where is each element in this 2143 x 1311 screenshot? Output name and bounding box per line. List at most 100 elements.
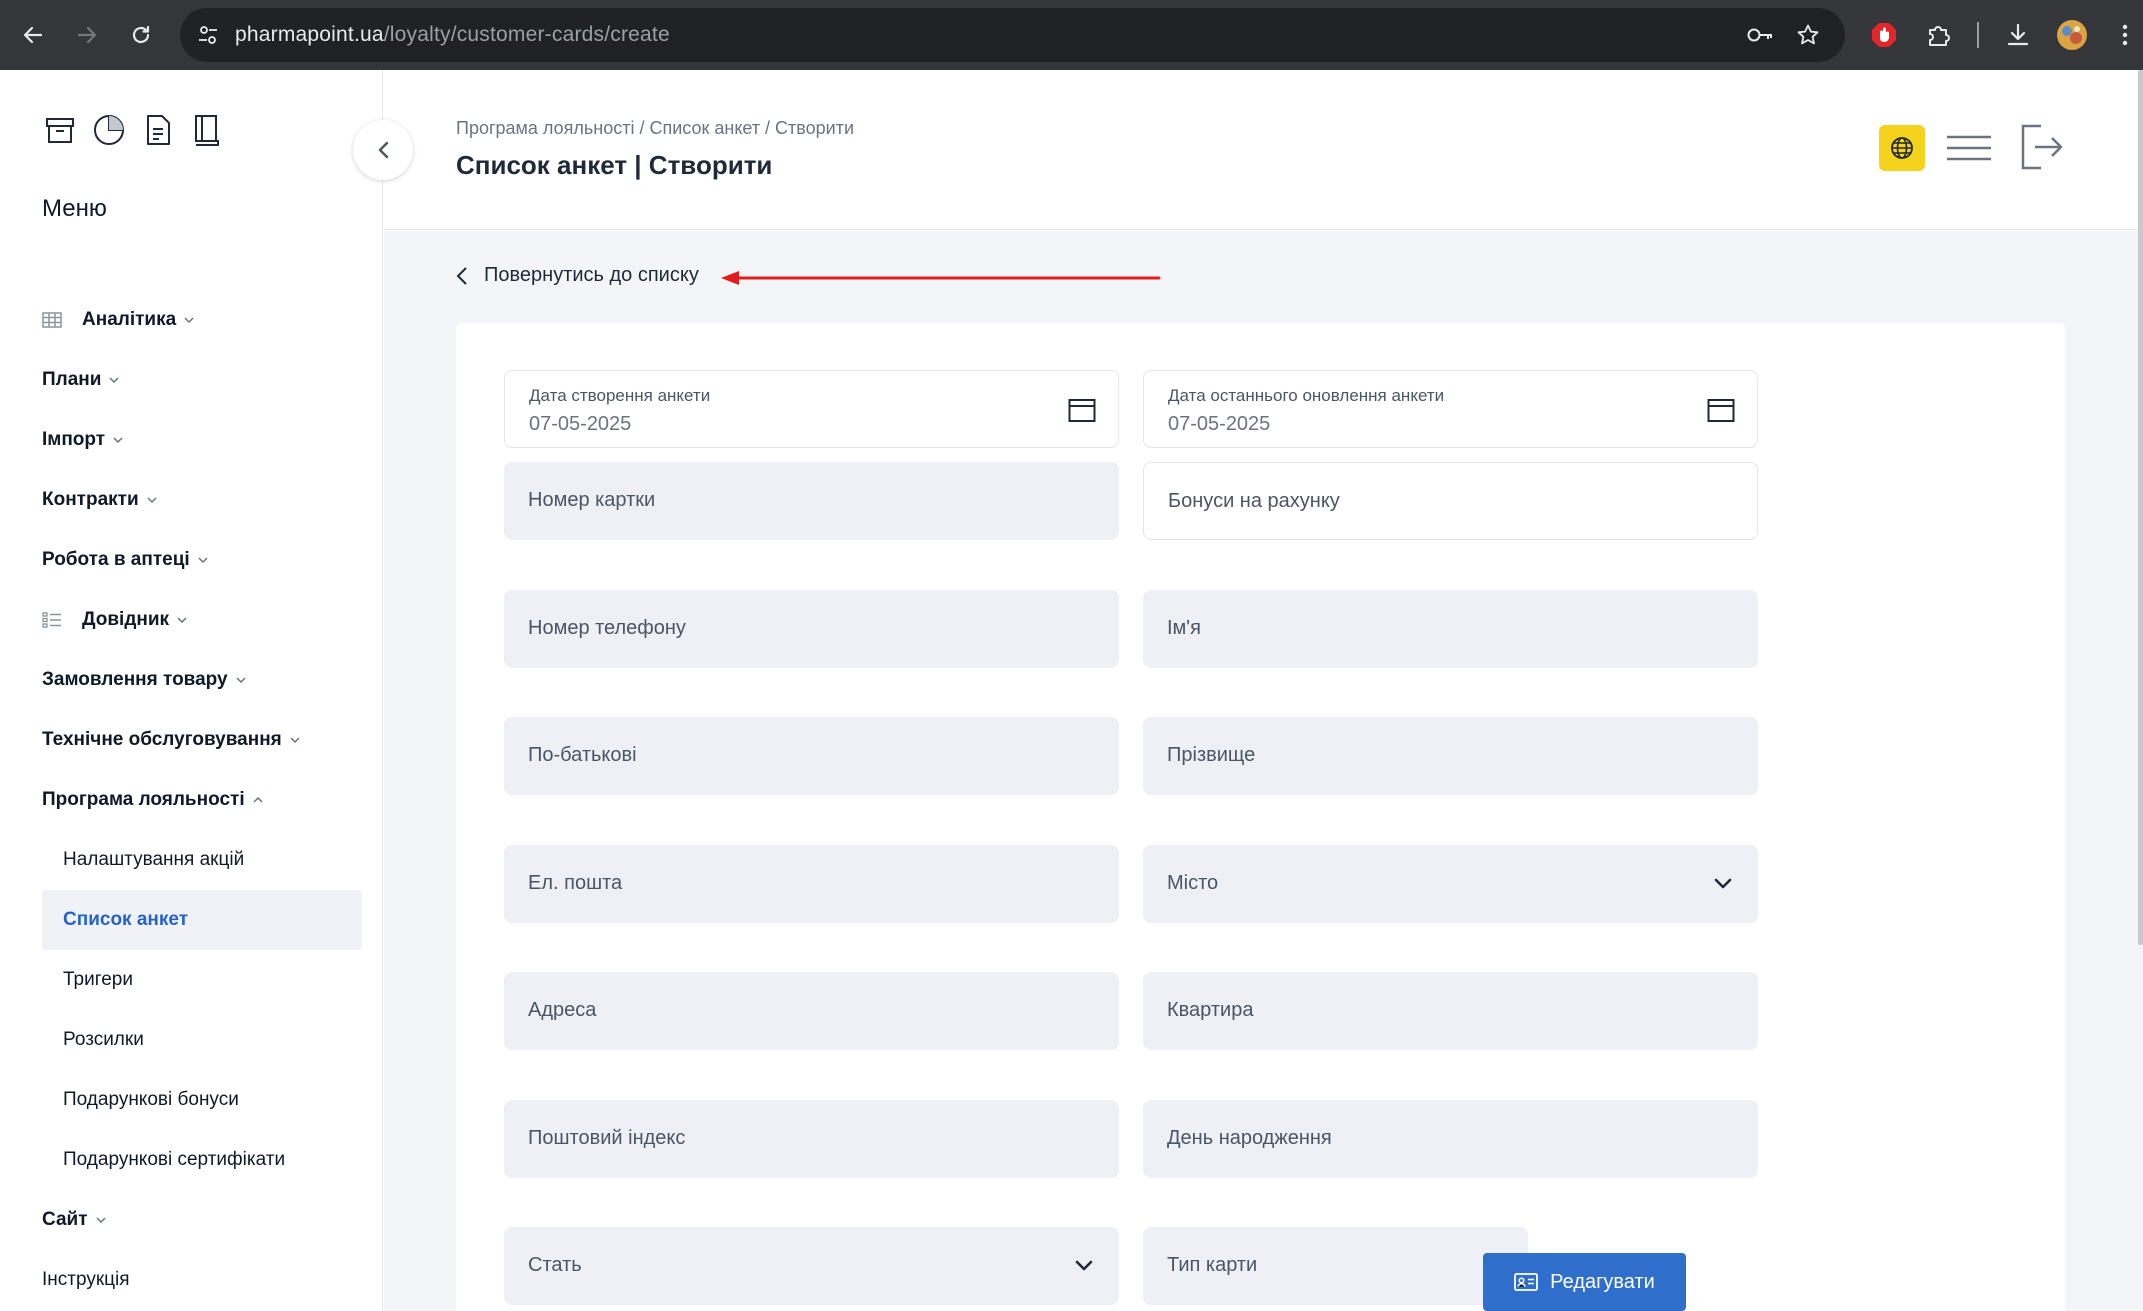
sidebar-item-orders[interactable]: Замовлення товару <box>42 650 362 710</box>
reload-icon[interactable] <box>121 15 161 55</box>
calendar-icon[interactable] <box>1068 397 1096 423</box>
sidebar-subitem-gift-bonuses[interactable]: Подарункові бонуси <box>42 1070 362 1130</box>
sidebar-subitem-promo-settings[interactable]: Налаштування акцій <box>42 830 362 890</box>
back-to-list-link[interactable]: Повернутись до списку <box>456 264 699 287</box>
calendar-icon[interactable] <box>1707 397 1735 423</box>
last-name-placeholder: Прізвище <box>1167 744 1256 766</box>
sidebar-item-directory[interactable]: Довідник <box>42 590 362 650</box>
chevron-down-icon <box>1714 878 1732 889</box>
breadcrumb: Програма лояльності / Список анкет / Ств… <box>456 118 855 138</box>
main-content: Повернутись до списку Дата створення анк… <box>384 231 2143 1311</box>
gender-placeholder: Стать <box>528 1254 582 1276</box>
created-date-field[interactable]: Дата створення анкети 07-05-2025 <box>504 370 1119 448</box>
sidebar-subitem-questionnaires[interactable]: Список анкет <box>42 890 362 950</box>
page-scrollbar[interactable] <box>2138 70 2143 945</box>
last-name-input[interactable]: Прізвище <box>1143 717 1758 795</box>
sidebar-item-label: Імпорт <box>42 429 106 450</box>
sidebar-item-label: Сайт <box>42 1209 88 1230</box>
sidebar-item-label: Контракти <box>42 489 139 510</box>
created-date-value: 07-05-2025 <box>529 413 632 435</box>
apartment-input[interactable]: Квартира <box>1143 972 1758 1050</box>
bookmark-star-icon[interactable] <box>1793 20 1823 50</box>
card-type-placeholder: Тип карти <box>1167 1254 1258 1276</box>
toolbar-divider <box>1977 22 1979 48</box>
updated-date-field[interactable]: Дата останнього оновлення анкети 07-05-2… <box>1143 370 1758 448</box>
phone-input[interactable]: Номер телефону <box>504 590 1119 668</box>
address-bar[interactable]: pharmapoint.ua/loyalty/customer-cards/cr… <box>180 8 1845 62</box>
sidebar-item-label: Технічне обслуговування <box>42 729 282 750</box>
postal-code-input[interactable]: Поштовий індекс <box>504 1100 1119 1178</box>
download-icon[interactable] <box>2000 17 2036 53</box>
sidebar-item-instruction[interactable]: Інструкція <box>42 1250 362 1310</box>
sidebar-item-label: Програма лояльності <box>42 789 245 810</box>
language-button[interactable] <box>1879 125 1925 171</box>
sidebar-item-label: Інструкція <box>42 1269 130 1290</box>
sidebar-subitem-gift-certificates[interactable]: Подарункові сертифікати <box>42 1130 362 1190</box>
sidebar-item-loyalty[interactable]: Програма лояльності <box>42 770 362 830</box>
url-text: pharmapoint.ua/loyalty/customer-cards/cr… <box>235 23 670 47</box>
sidebar-subitem-triggers[interactable]: Тригери <box>42 950 362 1010</box>
postal-code-placeholder: Поштовий індекс <box>528 1127 686 1149</box>
table-icon <box>42 309 64 331</box>
card-number-placeholder: Номер картки <box>528 489 656 511</box>
sidebar-subitem-mailings[interactable]: Розсилки <box>42 1010 362 1070</box>
book-icon[interactable] <box>189 112 225 148</box>
sidebar-item-plans[interactable]: Плани <box>42 350 362 410</box>
extensions-puzzle-icon[interactable] <box>1921 17 1957 53</box>
globe-icon <box>1889 135 1915 161</box>
password-key-icon[interactable] <box>1745 20 1775 50</box>
collapse-sidebar-button[interactable] <box>353 120 413 180</box>
updated-date-label: Дата останнього оновлення анкети <box>1168 386 1445 405</box>
chevron-left-icon <box>456 266 472 286</box>
site-info-icon[interactable] <box>194 21 222 49</box>
customer-card-form: Дата створення анкети 07-05-2025 Дата ос… <box>456 323 2065 1311</box>
page-header: Програма лояльності / Список анкет / Ств… <box>384 70 2143 230</box>
first-name-placeholder: Ім'я <box>1167 617 1201 639</box>
document-icon[interactable] <box>140 112 176 148</box>
archive-icon[interactable] <box>42 112 78 148</box>
back-icon[interactable] <box>13 15 53 55</box>
logout-icon[interactable] <box>2016 122 2066 172</box>
email-placeholder: Ел. пошта <box>528 872 623 894</box>
phone-placeholder: Номер телефону <box>528 617 686 639</box>
bonuses-input[interactable]: Бонуси на рахунку <box>1143 462 1758 540</box>
id-card-icon <box>1514 1273 1539 1291</box>
sidebar-item-site[interactable]: Сайт <box>42 1190 362 1250</box>
chevron-down-icon <box>198 554 210 566</box>
pie-chart-icon[interactable] <box>91 112 127 148</box>
sidebar-item-pharmacy-work[interactable]: Робота в аптеці <box>42 530 362 590</box>
profile-avatar[interactable] <box>2054 17 2090 53</box>
sidebar-quick-icons <box>42 112 225 148</box>
chevron-down-icon <box>290 734 302 746</box>
browser-menu-icon[interactable] <box>2110 17 2140 53</box>
first-name-input[interactable]: Ім'я <box>1143 590 1758 668</box>
birthday-input[interactable]: День народження <box>1143 1100 1758 1178</box>
sidebar-item-import[interactable]: Імпорт <box>42 410 362 470</box>
gender-select[interactable]: Стать <box>504 1227 1119 1305</box>
bonuses-placeholder: Бонуси на рахунку <box>1168 490 1340 512</box>
list-icon <box>42 609 64 631</box>
adblock-extension-icon[interactable] <box>1866 17 1902 53</box>
sidebar-item-analytics[interactable]: Аналітика <box>42 290 362 350</box>
sidebar-item-label: Замовлення товару <box>42 669 228 690</box>
email-input[interactable]: Ел. пошта <box>504 845 1119 923</box>
url-domain: pharmapoint.ua <box>235 23 384 46</box>
sidebar-item-label: Робота в аптеці <box>42 549 190 570</box>
hamburger-menu-icon[interactable] <box>1946 125 1992 171</box>
address-input[interactable]: Адреса <box>504 972 1119 1050</box>
card-number-input[interactable]: Номер картки <box>504 462 1119 540</box>
annotation-arrow-icon <box>721 271 1161 285</box>
chevron-down-icon <box>1075 1260 1093 1271</box>
chevron-down-icon <box>95 1214 108 1226</box>
birthday-placeholder: День народження <box>1167 1127 1332 1149</box>
card-type-select[interactable]: Тип карти <box>1143 1227 1528 1305</box>
menu-title: Меню <box>42 195 107 222</box>
city-select[interactable]: Місто <box>1143 845 1758 923</box>
patronymic-input[interactable]: По-батькові <box>504 717 1119 795</box>
sidebar-item-contracts[interactable]: Контракти <box>42 470 362 530</box>
chevron-up-icon <box>253 794 265 806</box>
chevron-down-icon <box>147 494 159 506</box>
forward-icon[interactable] <box>67 15 107 55</box>
edit-button[interactable]: Редагувати <box>1483 1253 1686 1311</box>
sidebar-item-maintenance[interactable]: Технічне обслуговування <box>42 710 362 770</box>
